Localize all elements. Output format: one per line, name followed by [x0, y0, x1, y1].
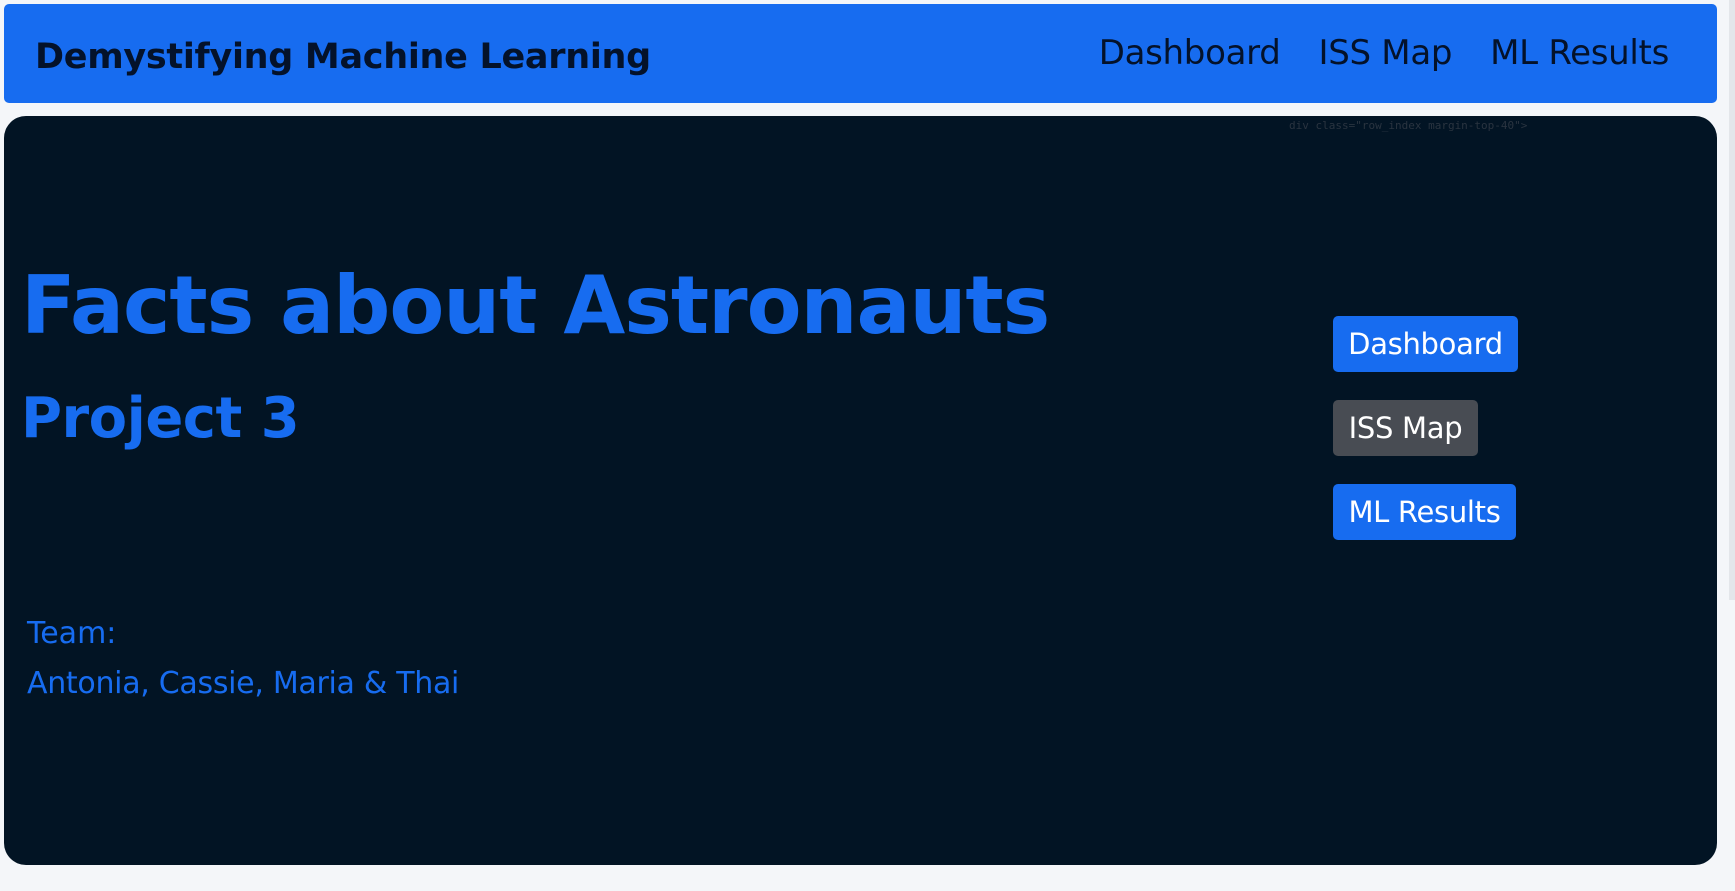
dashboard-button[interactable]: Dashboard	[1333, 316, 1518, 372]
nav-link-ml-results[interactable]: ML Results	[1490, 36, 1669, 70]
page: Demystifying Machine Learning Dashboard …	[0, 0, 1735, 891]
page-scrollbar[interactable]	[1725, 0, 1735, 891]
hero-subtitle: Project 3	[21, 386, 300, 451]
hero-panel: div class="row_index margin-top-40"> Fac…	[4, 116, 1717, 865]
hero-title: Facts about Astronauts	[21, 259, 1050, 352]
iss-map-button[interactable]: ISS Map	[1333, 400, 1478, 456]
nav-link-dashboard[interactable]: Dashboard	[1099, 36, 1281, 70]
stray-markup-text: div class="row_index margin-top-40">	[1289, 119, 1528, 132]
team-members: Antonia, Cassie, Maria & Thai	[27, 666, 460, 701]
brand-link[interactable]: Demystifying Machine Learning	[35, 40, 651, 75]
scrollbar-thumb[interactable]	[1729, 0, 1735, 600]
top-navbar: Demystifying Machine Learning Dashboard …	[4, 4, 1717, 103]
ml-results-button[interactable]: ML Results	[1333, 484, 1516, 540]
team-label: Team:	[27, 616, 117, 651]
nav-link-iss-map[interactable]: ISS Map	[1318, 36, 1452, 70]
nav-links: Dashboard ISS Map ML Results	[1099, 36, 1670, 70]
